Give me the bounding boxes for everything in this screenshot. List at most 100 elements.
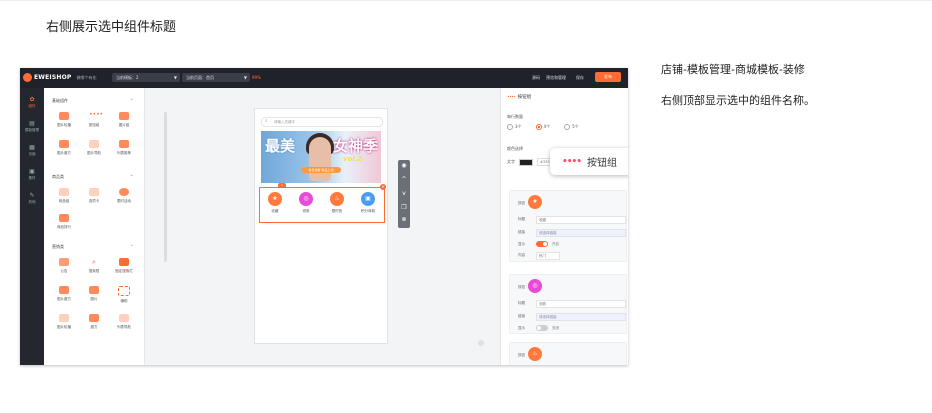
lib-item[interactable]: 选项卡 [82, 184, 106, 208]
image-cube-icon [59, 286, 69, 294]
lib-item[interactable]: 列表导航 [112, 310, 136, 334]
template-select[interactable]: 当前模板：2 ▼ [112, 73, 180, 82]
close-icon[interactable]: × [380, 184, 386, 190]
button-config-card: 按钮 ◎ 标题 领券 链接 请选择链接 显示 关闭 [509, 274, 627, 334]
cube-icon [89, 314, 99, 322]
content-label: 内容 [518, 253, 525, 257]
preview-link[interactable]: 预览和管理 [546, 75, 566, 81]
page-select-value: 首页 [206, 75, 214, 80]
canvas-handle[interactable] [478, 340, 484, 346]
lib-item[interactable]: 图片轮播 [52, 310, 76, 334]
delete-icon[interactable]: ⊗ [398, 216, 410, 223]
template-icon: ▤ [29, 120, 35, 127]
link-input[interactable]: 请选择链接 [536, 229, 626, 237]
show-toggle[interactable] [536, 325, 548, 331]
nav-pages[interactable]: ▦ 页面 [20, 144, 44, 157]
lib-item-label: 公告 [60, 269, 68, 273]
text-color-label: 文字 [507, 159, 515, 164]
show-label: 显示 [518, 326, 525, 330]
icon-sidebar: ✿ 组件 ▤ 模板管理 ▦ 页面 ▣ 素材 ✎ 其他 [20, 88, 44, 365]
lib-item[interactable]: 商品排行 [52, 210, 76, 234]
page-select[interactable]: 当前页面：首页 ▼ [182, 73, 250, 82]
preview-button-label: 领券 [302, 209, 310, 213]
lib-item[interactable]: •••• 按钮组 [82, 108, 106, 132]
content-input[interactable]: 热门 [536, 252, 560, 260]
per-row-option[interactable]: 4个 [535, 124, 550, 130]
lib-item[interactable]: 公告 [52, 254, 76, 278]
preview-button-label: 积分商城 [361, 209, 375, 213]
show-toggle[interactable] [536, 241, 548, 247]
lib-item[interactable]: 图片组 [112, 108, 136, 132]
coupon-icon[interactable]: ◎ [528, 279, 542, 293]
component-library: 基础组件 ^ 图片轮播 •••• 按钮组 图片组 图片魔方 图片导航 列表推荐 商品… [44, 88, 167, 365]
preview-button[interactable]: ♨ 限时抢 [325, 192, 349, 214]
zoom-tag: 99% [252, 75, 261, 80]
nav-template[interactable]: ▤ 模板管理 [20, 120, 44, 133]
source-link[interactable]: 源码 [532, 75, 540, 81]
link-input[interactable]: 请选择链接 [536, 313, 626, 321]
title-input[interactable]: 收藏 [536, 216, 626, 224]
gift-icon: ▣ [361, 192, 375, 206]
group-title[interactable]: 基础组件 ^ [52, 98, 133, 104]
component-badge: 1 [278, 183, 286, 188]
publish-button[interactable]: 发布 [595, 72, 621, 82]
lib-item[interactable]: 商品组 [52, 184, 76, 208]
chevron-down-icon[interactable]: v [398, 190, 410, 197]
per-row-option[interactable]: 5个 [564, 124, 579, 130]
star-icon[interactable]: ★ [528, 195, 542, 209]
preview-banner[interactable]: 最美 女神季 vol.2 春日焕新 新品上线 [261, 131, 381, 183]
link-label: 链接 [518, 314, 525, 318]
lib-item-label: 图片轮播 [57, 123, 71, 127]
lib-item-label: 列表导航 [117, 325, 131, 329]
per-row-option[interactable]: 3个 [507, 124, 522, 130]
group-title[interactable]: 商品类 ^ [52, 174, 133, 180]
flame-icon[interactable]: ♨ [528, 347, 542, 361]
brand-logo: EWEISHOP 做哪个有化 [23, 73, 97, 82]
show-label: 显示 [518, 242, 525, 246]
lib-item[interactable]: 图片导航 [82, 136, 106, 160]
lib-item[interactable]: 辅助 [112, 282, 136, 306]
selected-component-callout: •••• 按钮组 [550, 148, 628, 175]
show-toggle-label: 开启 [552, 242, 559, 246]
save-link[interactable]: 保存 [576, 75, 584, 81]
lib-item[interactable]: 固定搜索栏 [112, 254, 136, 278]
lib-item[interactable]: 图片轮播 [52, 108, 76, 132]
selected-button-group[interactable]: 1 × ★ 收藏 ◎ 领券 ♨ 限时抢 ▣ 积分商城 [259, 183, 386, 223]
lib-item[interactable]: 图片魔方 [52, 282, 76, 306]
eye-icon[interactable]: ◉ [398, 162, 410, 169]
lib-item[interactable]: 限时活动 [112, 184, 136, 208]
button-group-icon: •••• [507, 95, 516, 100]
chevron-up-icon[interactable]: ^ [398, 176, 410, 183]
chevron-up-icon: ^ [130, 244, 134, 249]
lib-item[interactable]: 图片魔方 [52, 136, 76, 160]
title-input[interactable]: 领券 [536, 300, 626, 308]
lib-item-label: 商品组 [58, 199, 70, 203]
lib-item[interactable]: 魔方 [82, 310, 106, 334]
radio-5 [564, 124, 571, 130]
nav-other[interactable]: ✎ 其他 [20, 192, 44, 205]
option-label: 5个 [572, 124, 579, 129]
nav-assets[interactable]: ▣ 素材 [20, 168, 44, 181]
radio-3 [507, 124, 513, 130]
logo-subtitle: 做哪个有化 [76, 74, 97, 80]
image-nav-icon [89, 140, 99, 148]
preview-button[interactable]: ◎ 领券 [294, 192, 318, 214]
lib-item[interactable]: 图片 [82, 282, 106, 306]
lib-item[interactable]: 列表推荐 [112, 136, 136, 160]
color-swatch[interactable] [519, 158, 533, 166]
logo-icon [23, 73, 32, 82]
image-cube-icon [59, 140, 69, 148]
banner-vol: vol.2 [343, 155, 363, 163]
properties-panel: •••• 按钮组 每行数量 3个 4个 5个 颜色选择 文字 #333333 按钮… [500, 88, 628, 365]
flame-icon: ♨ [330, 192, 344, 206]
copy-icon[interactable]: ❐ [398, 204, 410, 211]
panel-title: •••• 按钮组 [507, 94, 531, 100]
fullscreen-icon [118, 286, 130, 296]
lib-item[interactable]: ⌕ 搜索框 [82, 254, 106, 278]
radio-4 [535, 124, 542, 130]
nav-components[interactable]: ✿ 组件 [20, 96, 44, 109]
group-title[interactable]: 营销类 ^ [52, 244, 133, 250]
preview-button[interactable]: ▣ 积分商城 [356, 192, 380, 214]
preview-search-input[interactable]: ⌕ 请输入关键字 [261, 117, 383, 127]
preview-button[interactable]: ★ 收藏 [263, 192, 287, 214]
